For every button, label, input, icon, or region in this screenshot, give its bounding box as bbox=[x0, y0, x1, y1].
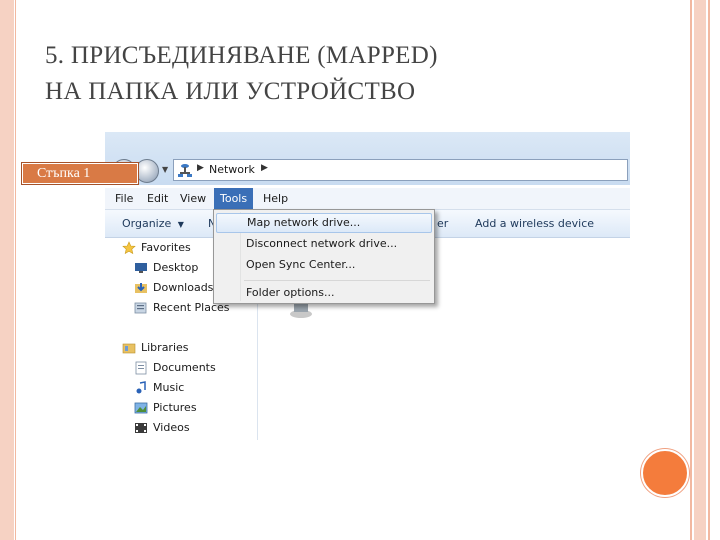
folder-options-item[interactable]: Folder options... bbox=[216, 283, 432, 303]
menu-tools[interactable]: Tools bbox=[214, 188, 254, 209]
desktop-icon bbox=[135, 263, 147, 273]
open-sync-center-item[interactable]: Open Sync Center... bbox=[216, 255, 432, 275]
right-decor-line bbox=[690, 0, 692, 540]
slide-title: 5. ПРИСЪЕДИНЯВАНЕ (MAPPED) НА ПАПКА ИЛИ … bbox=[45, 38, 665, 110]
breadcrumb-arrow-icon[interactable]: ▶ bbox=[197, 163, 204, 173]
disconnect-network-drive-item[interactable]: Disconnect network drive... bbox=[216, 234, 432, 254]
tree-libraries[interactable]: Libraries bbox=[122, 339, 189, 357]
menu-file[interactable]: File bbox=[115, 188, 133, 209]
libraries-icon bbox=[122, 343, 136, 354]
organize-label: Organize bbox=[122, 217, 172, 230]
menu-separator bbox=[244, 280, 430, 281]
downloads-icon bbox=[135, 283, 147, 293]
left-decor-line bbox=[15, 0, 16, 540]
network-icon bbox=[178, 164, 192, 177]
tree-favorites[interactable]: Favorites bbox=[122, 239, 191, 257]
address-bar-area: ▼ ▶ Network ▶ bbox=[105, 132, 630, 185]
star-icon bbox=[122, 241, 136, 255]
tree-label: Documents bbox=[153, 361, 216, 374]
tree-label: Videos bbox=[153, 421, 190, 434]
tools-menu: Map network drive... Disconnect network … bbox=[213, 209, 435, 304]
tree-item-documents[interactable]: Documents bbox=[134, 359, 216, 377]
slide-title-line-2: НА ПАПКА ИЛИ УСТРОЙСТВО bbox=[45, 78, 416, 105]
tree-item-videos[interactable]: Videos bbox=[134, 419, 190, 437]
tree-item-music[interactable]: Music bbox=[134, 379, 184, 397]
right-decor-line-outer bbox=[708, 0, 710, 540]
music-icon bbox=[136, 381, 146, 394]
chevron-down-icon: ▼ bbox=[177, 220, 184, 229]
tree-item-downloads[interactable]: Downloads bbox=[134, 279, 213, 297]
tree-label: Libraries bbox=[141, 341, 189, 354]
tree-label: Desktop bbox=[153, 261, 199, 274]
explorer-window: ▼ ▶ Network ▶ File Edit View Tools Help … bbox=[105, 132, 630, 440]
tree-label: Pictures bbox=[153, 401, 197, 414]
documents-icon bbox=[135, 361, 147, 375]
tree-label: Music bbox=[153, 381, 185, 394]
recent-places-icon bbox=[134, 302, 147, 314]
tree-item-pictures[interactable]: Pictures bbox=[134, 399, 197, 417]
add-wireless-device-button[interactable]: Add a wireless device bbox=[475, 210, 594, 237]
menu-view[interactable]: View bbox=[180, 188, 206, 209]
right-decor-stripe bbox=[694, 0, 706, 540]
step-callout: Стъпка 1 bbox=[22, 163, 138, 184]
menu-bar: File Edit View Tools Help bbox=[105, 188, 630, 210]
pictures-icon bbox=[134, 402, 148, 414]
forward-button[interactable] bbox=[135, 159, 159, 183]
tree-label: Favorites bbox=[141, 241, 191, 254]
menu-edit[interactable]: Edit bbox=[147, 188, 168, 209]
map-network-drive-item[interactable]: Map network drive... bbox=[216, 213, 432, 233]
command-partial-right[interactable]: er bbox=[437, 210, 448, 237]
decor-circle bbox=[641, 449, 689, 497]
recent-pages-dropdown[interactable]: ▼ bbox=[162, 165, 168, 174]
organize-button[interactable]: Organize ▼ bbox=[122, 210, 184, 237]
slide-title-line-1: 5. ПРИСЪЕДИНЯВАНЕ (MAPPED) bbox=[45, 42, 438, 69]
left-decor-stripe bbox=[0, 0, 14, 540]
address-field[interactable]: ▶ Network ▶ bbox=[173, 159, 628, 181]
videos-icon bbox=[135, 423, 147, 433]
breadcrumb-network[interactable]: Network bbox=[209, 163, 255, 176]
menu-help[interactable]: Help bbox=[263, 188, 288, 209]
tree-item-desktop[interactable]: Desktop bbox=[134, 259, 198, 277]
breadcrumb-arrow-icon[interactable]: ▶ bbox=[261, 163, 268, 173]
tree-label: Downloads bbox=[153, 281, 214, 294]
